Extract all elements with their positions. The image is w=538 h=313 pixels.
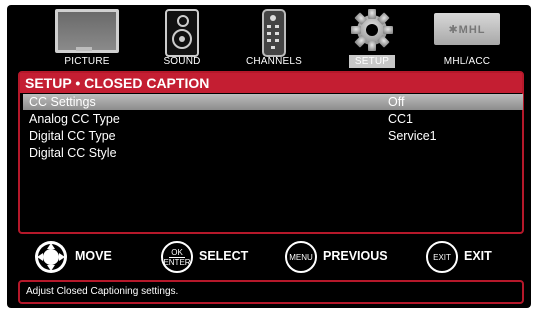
tab-channels[interactable]: CHANNELS (239, 7, 309, 69)
tab-setup-label: SETUP (337, 55, 407, 68)
tv-menu-screen: PICTURE SOUND CHANNELS SETUP ✱MHL MHL/AC… (7, 5, 531, 308)
key-hint-previous: MENU PREVIOUS (285, 239, 405, 275)
tab-sound-label: SOUND (163, 56, 201, 67)
tab-picture-label: PICTURE (64, 56, 110, 67)
row-name: Digital CC Type (29, 129, 116, 143)
tab-picture[interactable]: PICTURE (47, 7, 127, 69)
row-name: CC Settings (29, 95, 96, 109)
key-hint-move: MOVE (35, 239, 145, 275)
row-value: Service1 (388, 129, 437, 143)
dpad-icon (35, 241, 67, 273)
closed-caption-panel: SETUP • CLOSED CAPTION CC Settings Off A… (18, 71, 524, 234)
panel-title: SETUP • CLOSED CAPTION (20, 73, 522, 93)
mhl-icon: ✱MHL (434, 13, 500, 45)
tv-icon (55, 9, 119, 53)
key-hint-exit: EXIT EXIT (426, 239, 516, 275)
speaker-icon (165, 9, 199, 57)
row-value: CC1 (388, 112, 414, 126)
exit-icon: EXIT (426, 241, 458, 273)
tab-sound[interactable]: SOUND (147, 7, 217, 69)
key-hint-label: SELECT (199, 249, 249, 263)
gear-icon (351, 9, 393, 51)
menu-row-digital-cc-style[interactable]: Digital CC Style (23, 145, 523, 161)
menu-icon: MENU (285, 241, 317, 273)
help-text: Adjust Closed Captioning settings. (18, 280, 524, 304)
key-hint-label: MOVE (75, 249, 112, 263)
remote-icon (262, 9, 286, 57)
row-name: Digital CC Style (29, 146, 117, 160)
menu-tab-bar: PICTURE SOUND CHANNELS SETUP ✱MHL MHL/AC… (7, 5, 531, 69)
row-name: Analog CC Type (29, 112, 120, 126)
key-hints-bar: MOVE OK ENTER SELECT MENU PREVIOUS EXIT … (7, 239, 531, 277)
menu-row-analog-cc-type[interactable]: Analog CC Type CC1 (23, 111, 523, 127)
key-hint-select: OK ENTER SELECT (161, 239, 271, 275)
key-hint-label: EXIT (464, 249, 492, 263)
tab-channels-label: CHANNELS (245, 56, 303, 67)
key-hint-label: PREVIOUS (323, 249, 388, 263)
menu-row-cc-settings[interactable]: CC Settings Off (23, 94, 523, 110)
row-value: Off (388, 95, 405, 109)
tab-mhl-acc[interactable]: ✱MHL MHL/ACC (427, 7, 507, 69)
tab-setup[interactable]: SETUP (337, 7, 407, 69)
menu-row-digital-cc-type[interactable]: Digital CC Type Service1 (23, 128, 523, 144)
tab-mhl-acc-label: MHL/ACC (443, 56, 491, 67)
ok-enter-icon: OK ENTER (161, 241, 193, 273)
